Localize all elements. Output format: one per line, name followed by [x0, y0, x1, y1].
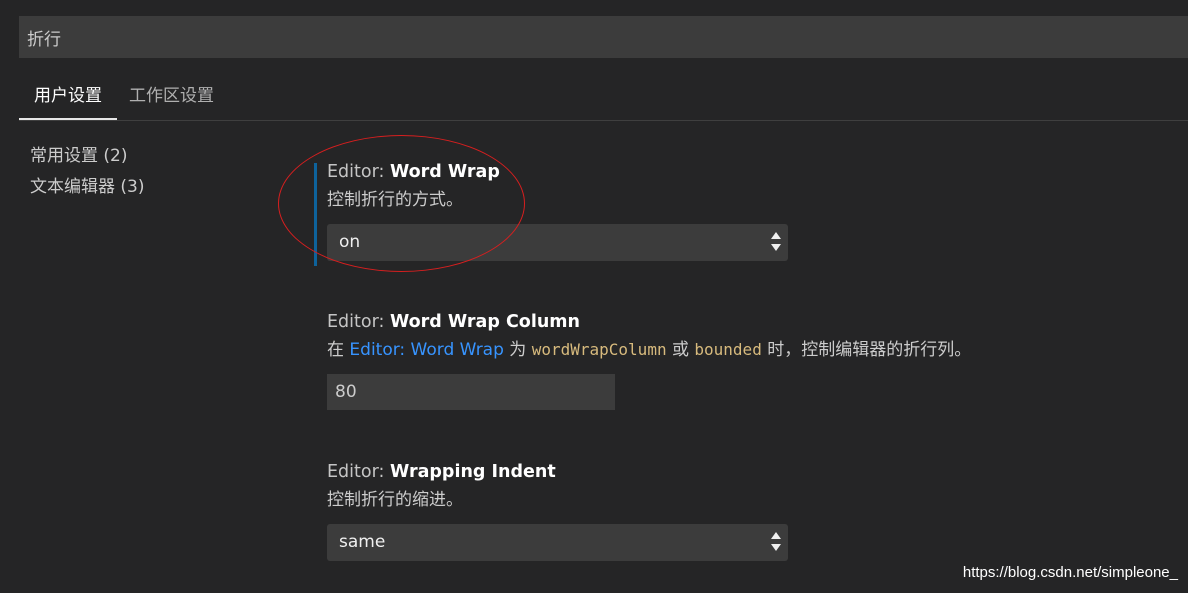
tab-user-settings[interactable]: 用户设置 [19, 74, 117, 120]
word-wrap-select[interactable]: on [327, 224, 788, 261]
select-value: on [339, 232, 361, 252]
setting-word-wrap: Editor: Word Wrap 控制折行的方式。 on [327, 160, 788, 261]
setting-category: Editor: [327, 462, 390, 482]
desc-mid: 或 [666, 340, 695, 360]
toc-item-text-editor[interactable]: 文本编辑器 (3) [30, 174, 144, 205]
desc-prefix: 在 [327, 340, 350, 360]
code-bounded: bounded [694, 340, 762, 359]
word-wrap-column-input[interactable]: 80 [327, 374, 615, 410]
setting-name: Word Wrap Column [389, 312, 580, 332]
settings-scope-tabs: 用户设置 工作区设置 [19, 74, 1188, 121]
setting-name: Word Wrap [389, 162, 500, 182]
setting-category: Editor: [327, 162, 390, 182]
search-value: 折行 [27, 29, 61, 50]
setting-title: Editor: Word Wrap Column [327, 310, 971, 334]
setting-description: 控制折行的方式。 [327, 190, 463, 210]
setting-title: Editor: Word Wrap [327, 160, 788, 184]
setting-wrapping-indent: Editor: Wrapping Indent 控制折行的缩进。 same [327, 460, 788, 561]
up-down-arrows-icon [771, 532, 781, 552]
watermark: https://blog.csdn.net/simpleone_ [962, 564, 1178, 581]
desc-suffix: 时，控制编辑器的折行列。 [761, 340, 972, 360]
toc-item-common[interactable]: 常用设置 (2) [30, 143, 144, 174]
setting-description: 控制折行的缩进。 [327, 490, 463, 510]
setting-name: Wrapping Indent [389, 462, 556, 482]
desc-mid: 为 [503, 340, 532, 360]
modified-indicator [314, 163, 317, 266]
setting-word-wrap-column: Editor: Word Wrap Column 在 Editor: Word … [327, 310, 971, 410]
setting-description: 在 Editor: Word Wrap 为 wordWrapColumn 或 b… [327, 334, 971, 364]
select-value: same [339, 532, 386, 552]
setting-title: Editor: Wrapping Indent [327, 460, 788, 484]
input-value: 80 [335, 382, 357, 402]
setting-category: Editor: [327, 312, 390, 332]
word-wrap-link[interactable]: Editor: Word Wrap [349, 340, 504, 360]
code-word-wrap-column: wordWrapColumn [531, 340, 667, 359]
settings-search-input[interactable]: 折行 [19, 16, 1188, 58]
settings-toc: 常用设置 (2) 文本编辑器 (3) [30, 143, 144, 205]
wrapping-indent-select[interactable]: same [327, 524, 788, 561]
tab-workspace-settings[interactable]: 工作区设置 [129, 74, 214, 120]
up-down-arrows-icon [771, 232, 781, 252]
